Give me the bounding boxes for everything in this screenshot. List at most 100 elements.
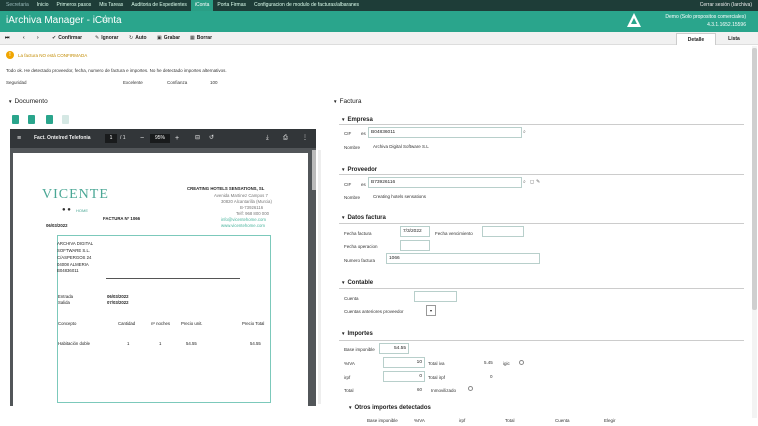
auto-icon: ↻	[129, 35, 134, 41]
proveedor-divider	[339, 174, 744, 175]
irpf-pct-input[interactable]: 0	[383, 371, 425, 382]
pdf-toolbar: ≡ Fact. Ontelred Telefonia 1 / 1 − 95% +…	[10, 129, 316, 148]
iva-pct-label: %IVA	[344, 361, 355, 366]
next-icon[interactable]: ›	[37, 32, 39, 45]
invoice-date: 06/03/2022	[46, 223, 68, 228]
otros-col-base: Base imponible	[367, 418, 398, 423]
fecha-factura-input[interactable]: 7/3/2022	[400, 226, 430, 237]
topnav-item-mis-tareas[interactable]: Mis Tareas	[95, 0, 127, 11]
topnav-item-secretaria[interactable]: Secretaria	[0, 0, 33, 11]
favorite-star-icon[interactable]: ☆	[101, 14, 110, 25]
delete-button[interactable]: ▦ Borrar	[190, 32, 212, 45]
page-scrollbar-thumb[interactable]	[752, 48, 757, 310]
save-button[interactable]: ▣ Grabar	[157, 32, 180, 45]
invoice-client-line: B04836011	[57, 268, 79, 273]
document-download-icon[interactable]	[28, 115, 35, 124]
empresa-cif-label: CIF	[344, 131, 352, 136]
proveedor-cif-input[interactable]: B73926116	[368, 177, 522, 188]
igic-checkbox[interactable]	[519, 360, 524, 365]
iarchiva-logo-icon	[627, 13, 641, 27]
pdf-scrollbar[interactable]	[312, 150, 316, 190]
invoice-logo-sub: HOME	[76, 208, 88, 213]
proveedor-edit-icon[interactable]: ✎	[536, 179, 540, 185]
cuentas-anteriores-label: Cuentas anteriores proveedor	[344, 309, 404, 314]
empresa-divider	[339, 124, 744, 125]
pdf-zoom-out-icon[interactable]: −	[140, 129, 144, 148]
first-record-icon[interactable]: ⏮	[5, 32, 10, 45]
invoice-logo: VICENTE	[42, 187, 109, 202]
pdf-print-icon[interactable]: ⎙	[283, 129, 288, 148]
document-icon[interactable]	[12, 115, 19, 124]
proveedor-heading[interactable]: ▼ Proveedor	[341, 167, 377, 173]
top-menu-bar: Secretaria Inicio Primeros pasos Mis Tar…	[0, 0, 758, 11]
ignore-button[interactable]: ✎ Ignorar	[95, 32, 118, 45]
confirm-button[interactable]: ✔ Confirmar	[52, 32, 82, 45]
topnav-item-configuracion[interactable]: Configuracion de modulo de facturas/alba…	[250, 0, 363, 11]
fecha-vencimiento-input[interactable]	[482, 226, 524, 237]
invoice-row-nights: 1	[159, 341, 162, 346]
topnav-item-primeros-pasos[interactable]: Primeros pasos	[52, 0, 95, 11]
iva-pct-input[interactable]: 10	[383, 357, 425, 368]
logout-link[interactable]: Cerrar sesión (Iarchiva)	[700, 0, 752, 11]
pdf-zoom-value[interactable]: 95%	[150, 134, 170, 143]
documento-heading[interactable]: ▼ Documento	[8, 98, 48, 105]
invoice-body-box	[57, 235, 271, 403]
empresa-cif-prefix: es	[361, 131, 366, 136]
invoice-client-line: 04008 ALMERIA	[57, 262, 89, 267]
invoice-col-concept: Concepto	[58, 321, 77, 326]
invoice-row-total: 54.55	[250, 341, 261, 346]
invoice-row-quantity: 1	[127, 341, 130, 346]
topnav-item-porta-firmas[interactable]: Porta Firmas	[213, 0, 250, 11]
invoice-company-email: info@vicentehome.com	[221, 217, 266, 222]
topnav-item-auditoria[interactable]: Auditoria de Expedientes	[127, 0, 191, 11]
inmovilizado-checkbox[interactable]	[468, 386, 473, 391]
empresa-heading[interactable]: ▼ Empresa	[341, 117, 373, 123]
tab-detalle[interactable]: Detalle	[676, 33, 716, 45]
tab-lista[interactable]: Lista	[716, 33, 752, 45]
document-scrollbar[interactable]	[318, 150, 321, 404]
otros-importes-heading[interactable]: ▼ Otros importes detectados	[348, 405, 431, 411]
importes-divider	[339, 340, 744, 341]
auto-button[interactable]: ↻ Auto	[129, 32, 147, 45]
proveedor-cif-label: CIF	[344, 182, 352, 187]
pdf-fit-page-icon[interactable]: ⊟	[195, 129, 200, 148]
proveedor-search-icon[interactable]: ⌕	[523, 179, 526, 185]
invoice-col-price: Precio unit.	[181, 321, 203, 326]
pdf-download-icon[interactable]: ⤓	[266, 129, 269, 148]
cuentas-anteriores-dropdown[interactable]: ▾	[426, 305, 436, 316]
otros-col-elegir: Elegir	[604, 418, 616, 423]
cuenta-input[interactable]	[414, 291, 457, 302]
page-scrollbar[interactable]	[752, 46, 757, 418]
pdf-page-input[interactable]: 1	[105, 134, 117, 143]
confidence-label: Confianza	[167, 80, 188, 85]
fecha-operacion-input[interactable]	[400, 240, 430, 251]
datos-factura-heading[interactable]: ▼ Datos factura	[341, 215, 386, 221]
igic-label: igic	[503, 361, 510, 366]
ignore-icon: ✎	[95, 35, 100, 41]
pdf-zoom-in-icon[interactable]: +	[175, 129, 179, 148]
document-upload-icon[interactable]	[46, 115, 53, 124]
factura-heading[interactable]: ▼ Factura	[333, 98, 362, 105]
invoice-company-address2: 30820 Alcantarilla (Murcia)	[221, 199, 272, 204]
contable-heading[interactable]: ▼ Contable	[341, 280, 373, 286]
irpf-pct-label: irpf	[344, 375, 351, 380]
total-irpf-label: Total irpf	[428, 375, 446, 380]
pdf-rotate-icon[interactable]: ↺	[209, 129, 214, 148]
base-imponible-input[interactable]: 54.55	[379, 343, 409, 354]
warning-icon: !	[6, 51, 14, 59]
empresa-cif-input[interactable]: B04836011	[368, 127, 522, 138]
numero-factura-input[interactable]: 1066	[386, 253, 540, 264]
empresa-search-icon[interactable]: ⌕	[523, 129, 526, 135]
inmovilizado-label: Inmovilizado	[431, 388, 457, 393]
previous-icon[interactable]: ‹	[23, 32, 25, 45]
importes-heading[interactable]: ▼ Importes	[341, 331, 373, 337]
pdf-menu-icon[interactable]: ≡	[17, 129, 21, 148]
pdf-more-icon[interactable]: ⋮	[302, 129, 308, 148]
detection-summary: Todo ok. He detectado proveedor, fecha, …	[6, 68, 227, 73]
proveedor-view-icon[interactable]: ◻	[530, 179, 534, 185]
total-irpf-value: 0	[490, 374, 493, 379]
save-icon: ▣	[157, 35, 162, 41]
topnav-item-inicio[interactable]: Inicio	[33, 0, 53, 11]
topnav-item-iconta[interactable]: iConta	[190, 0, 214, 11]
otros-col-cuenta: Cuenta	[555, 418, 570, 423]
